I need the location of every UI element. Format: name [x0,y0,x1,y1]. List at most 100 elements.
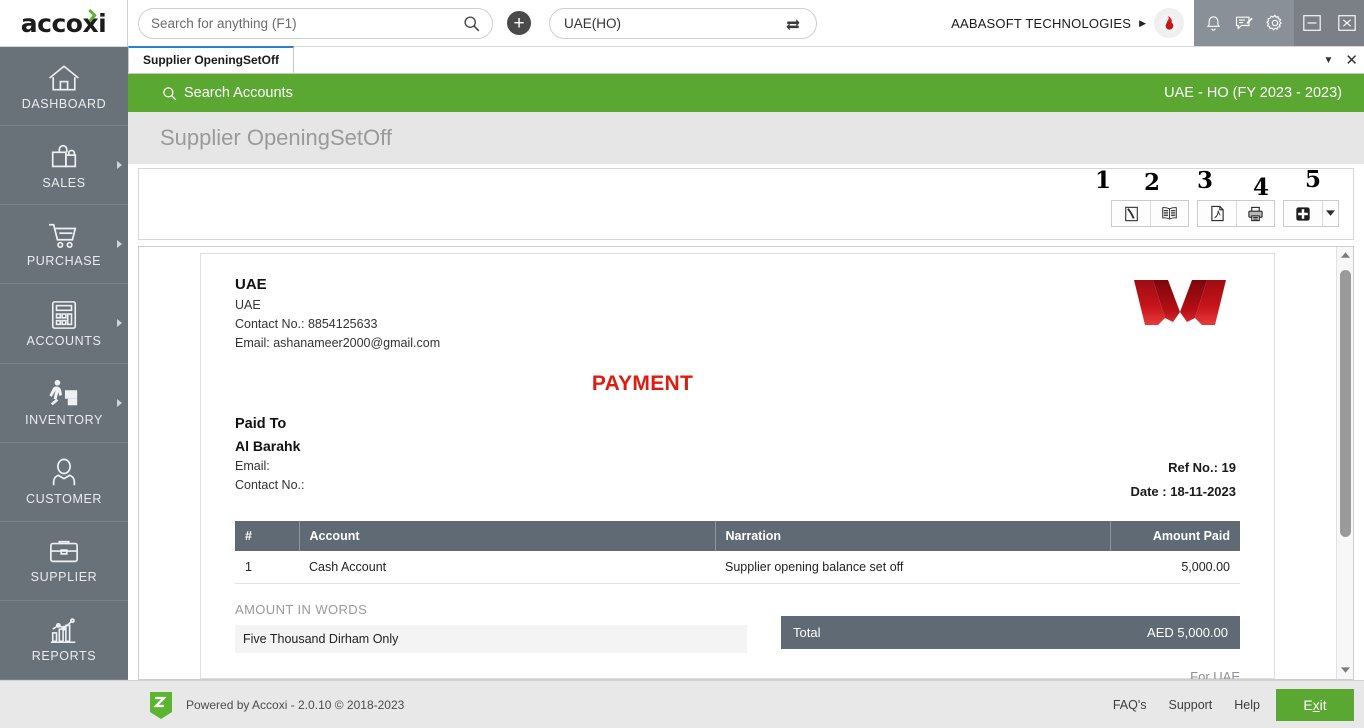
total-value: AED 5,000.00 [1147,625,1228,640]
table-row: 1 Cash Account Supplier opening balance … [235,551,1240,584]
sidebar-item-purchase[interactable]: PURCHASE [0,205,128,284]
scroll-down-arrow[interactable] [1341,662,1350,679]
add-new-button[interactable]: + [507,11,531,35]
organization-block: UAE UAE Contact No.: 8854125633 Email: a… [235,276,440,350]
save-plus-icon [1295,206,1311,222]
print-button[interactable] [1236,201,1274,226]
sidebar-item-accounts[interactable]: ACCOUNTS [0,284,128,363]
main-content: Supplier OpeningSetOff ▼ ✕ Search Accoun… [128,47,1364,680]
switch-branch-icon[interactable] [784,15,802,33]
page-title: Supplier OpeningSetOff [160,125,392,151]
organization-contact: Contact No.: 8854125633 [235,317,440,331]
sidebar-item-label: PURCHASE [27,254,101,268]
signature-label: For UAE [781,669,1240,679]
search-input[interactable] [151,16,463,31]
amount-in-words-label: AMOUNT IN WORDS [235,602,747,617]
chevron-right-icon [117,240,122,248]
scroll-up-arrow[interactable] [1341,247,1350,264]
document-header: UAE UAE Contact No.: 8854125633 Email: a… [235,276,1240,350]
message-icon[interactable] [1234,13,1254,33]
body: DASHBOARD SALES [0,47,1364,680]
exit-button[interactable]: Exit [1276,689,1354,721]
single-page-view-button[interactable] [1112,201,1150,226]
paid-to-email: Email: [235,459,304,473]
export-pdf-button[interactable] [1198,201,1236,226]
window-action-icons [1194,0,1294,46]
powered-by-text: Powered by Accoxi - 2.0.10 © 2018-2023 [186,698,404,712]
sidebar-item-label: CUSTOMER [26,492,102,506]
close-icon[interactable] [1337,13,1357,33]
annotation-number-3: 3 [1179,167,1231,194]
app-logo: accoxi [0,0,128,46]
tab-supplier-openingsetoff[interactable]: Supplier OpeningSetOff [128,46,294,73]
toolbar-number-annotations: 1 2 3 4 5 [1075,165,1335,192]
tab-label: Supplier OpeningSetOff [143,53,279,67]
book-two-page-view-icon [1161,206,1178,221]
footer-link-help[interactable]: Help [1234,698,1260,712]
chevron-right-icon [117,161,122,169]
paid-to-contact: Contact No.: [235,478,304,492]
paid-to-block: Paid To Al Barahk Email: Contact No.: [235,416,304,499]
view-mode-group [1111,200,1189,227]
exit-label-suffix: it [1320,697,1327,713]
single-page-view-icon [1124,206,1139,222]
amount-in-words-value: Five Thousand Dirham Only [235,625,747,653]
global-search[interactable] [138,8,493,39]
organization-address: UAE [235,298,440,312]
total-label: Total [793,625,820,640]
line-items-table: # Account Narration Amount Paid 1 Cash A… [235,521,1240,584]
page-title-bar: Supplier OpeningSetOff [128,112,1364,164]
calculator-icon [49,299,79,331]
sidebar-item-supplier[interactable]: SUPPLIER [0,522,128,601]
footer-link-faqs[interactable]: FAQ's [1113,698,1147,712]
footer-link-support[interactable]: Support [1169,698,1213,712]
cell-amount: 5,000.00 [1110,551,1240,584]
green-action-bar: Search Accounts UAE - HO (FY 2023 - 2023… [128,74,1364,112]
company-menu[interactable]: AABASOFT TECHNOLOGIES ▶ [951,0,1194,46]
document-vertical-scrollbar[interactable] [1336,247,1353,679]
close-icon[interactable]: ✕ [1345,53,1358,68]
company-name: AABASOFT TECHNOLOGIES [951,16,1131,31]
sidebar-item-dashboard[interactable]: DASHBOARD [0,47,128,126]
search-icon[interactable] [463,15,480,32]
save-export-button[interactable] [1284,201,1322,226]
avatar[interactable] [1154,8,1184,38]
annotation-number-1: 1 [1077,167,1129,194]
sidebar-item-customer[interactable]: CUSTOMER [0,443,128,522]
cell-account: Cash Account [299,551,715,584]
minimize-icon[interactable] [1302,13,1322,33]
accoxi-footer-logo [148,690,174,720]
topbar-spacer [817,0,951,46]
search-icon [162,86,177,101]
gear-icon[interactable] [1265,13,1285,33]
totals-row: AMOUNT IN WORDS Five Thousand Dirham Onl… [235,602,1240,679]
table-header-row: # Account Narration Amount Paid [235,521,1240,551]
bell-icon[interactable] [1204,14,1223,33]
save-export-dropdown[interactable] [1322,201,1338,226]
search-accounts-button[interactable]: Search Accounts [162,85,293,101]
chevron-down-icon[interactable]: ▼ [1324,55,1334,66]
document-preview-container: UAE UAE Contact No.: 8854125633 Email: a… [138,246,1354,680]
fiscal-year-label: UAE - HO (FY 2023 - 2023) [1164,85,1342,101]
sidebar-item-inventory[interactable]: INVENTORY [0,364,128,443]
sidebar-item-label: INVENTORY [25,413,103,427]
scroll-thumb[interactable] [1340,270,1351,537]
doc-date: Date : 18-11-2023 [1130,484,1236,499]
cell-narration: Supplier opening balance set off [715,551,1110,584]
sidebar-item-reports[interactable]: REPORTS [0,601,128,680]
branch-selector[interactable]: UAE(HO) [549,8,817,39]
sidebar-item-sales[interactable]: SALES [0,126,128,205]
chevron-right-icon[interactable]: ▶ [1139,18,1146,29]
sidebar: DASHBOARD SALES [0,47,128,680]
warehouse-worker-icon [46,378,82,410]
document-heading: PAYMENT [235,372,1240,396]
column-header-account: Account [299,521,715,551]
column-header-narration: Narration [715,521,1110,551]
sidebar-item-label: SUPPLIER [31,570,98,584]
briefcase-icon [47,537,81,567]
two-page-view-button[interactable] [1150,201,1188,226]
sidebar-item-label: SALES [42,176,85,190]
printer-icon [1247,206,1264,222]
paid-to-name: Al Barahk [235,438,304,454]
scroll-track[interactable] [1337,264,1353,662]
